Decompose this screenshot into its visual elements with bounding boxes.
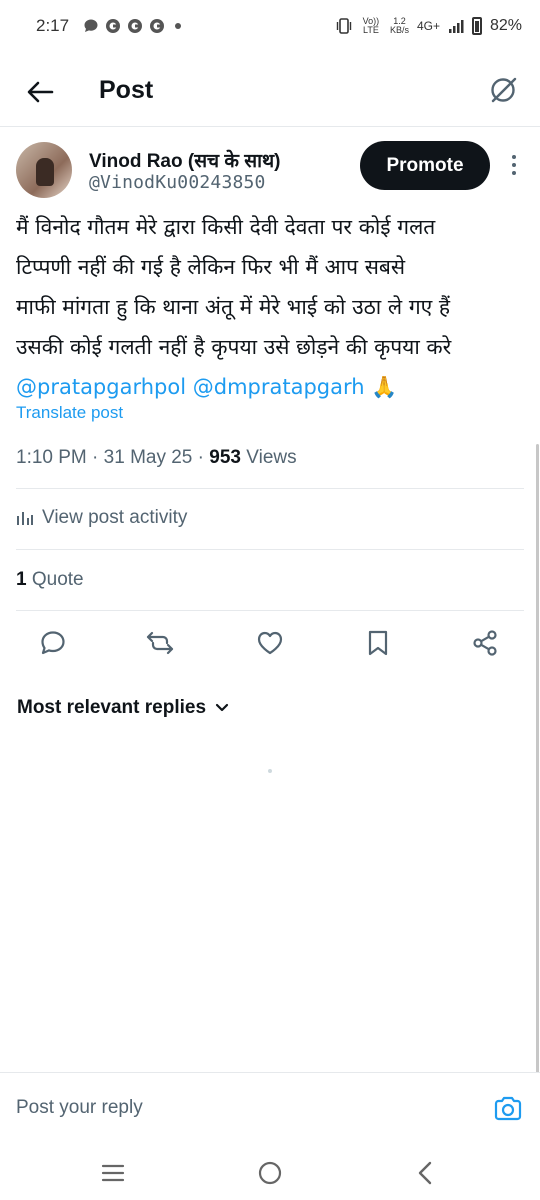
notification-icons (83, 18, 182, 34)
views-count: 953 (209, 447, 241, 468)
bookmark-button[interactable] (363, 628, 393, 658)
post-text-line: माफी मांगता हु कि थाना अंतू में मेरे भाई… (16, 295, 451, 319)
battery-percent: 82% (489, 17, 522, 34)
chevron-down-icon (215, 703, 229, 712)
system-back-button[interactable] (410, 1158, 440, 1188)
quote-label: Quote (31, 569, 84, 590)
scrollbar[interactable] (536, 444, 539, 1074)
view-post-activity-label: View post activity (42, 507, 188, 528)
replies-sort-label: Most relevant replies (17, 697, 207, 718)
author-name[interactable]: Vinod Rao (सच के साथ) (89, 147, 281, 173)
promote-button[interactable]: Promote (360, 141, 490, 190)
loading-indicator (268, 769, 272, 773)
bookmark-icon (368, 630, 388, 656)
post-text-line: मैं विनोद गौतम मेरे द्वारा किसी देवी देव… (16, 215, 436, 239)
mention-link[interactable]: @pratapgarhpol (16, 375, 186, 399)
home-button[interactable] (255, 1158, 285, 1188)
battery-icon (471, 17, 482, 35)
reply-button[interactable] (38, 628, 68, 658)
more-notifications-dot-icon (175, 23, 182, 29)
post-header-bar: Post (0, 58, 540, 124)
network-type: 4G+ (416, 19, 440, 33)
share-icon (473, 630, 497, 656)
post-text-line: उसकी कोई गलती नहीं है कृपया उसे छोड़ने क… (16, 335, 452, 359)
network-speed: 1.2 KB/s (390, 17, 409, 35)
repost-button[interactable] (145, 628, 175, 658)
post-meta: 1:10 PM · 31 May 25 · 953 Views (16, 447, 297, 468)
more-dot-icon (512, 163, 516, 167)
share-button[interactable] (470, 628, 500, 658)
network-speed-unit: KB/s (389, 25, 409, 35)
header-divider (0, 126, 540, 127)
volte-indicator: Vo)) LTE (362, 16, 380, 35)
author-handle[interactable]: @VinodKu00243850 (89, 172, 266, 193)
analytics-icon (17, 512, 33, 525)
folded-hands-emoji: 🙏 (371, 375, 398, 399)
like-icon (257, 631, 283, 655)
recents-button[interactable] (98, 1158, 128, 1188)
quote-count: 1 (16, 569, 27, 590)
app-notification-icon (106, 19, 121, 33)
back-button[interactable] (24, 76, 56, 108)
grok-button[interactable] (486, 73, 520, 107)
post-mentions-line: @pratapgarhpol @dmpratapgarh 🙏 (16, 367, 528, 407)
reply-icon (41, 631, 65, 655)
post-text-line: टिप्पणी नहीं की गई है लेकिन फिर भी मैं आ… (16, 255, 406, 279)
reply-composer (0, 1072, 540, 1144)
signal-icon (448, 20, 464, 33)
divider (16, 549, 524, 550)
camera-button[interactable] (492, 1093, 524, 1125)
status-time: 2:17 (36, 16, 70, 35)
view-post-activity-link[interactable]: View post activity (16, 507, 187, 529)
post-date: 31 May 25 (103, 447, 193, 468)
mention-link[interactable]: @dmpratapgarh (193, 375, 365, 399)
post-time: 1:10 PM (16, 447, 87, 468)
more-dot-icon (512, 155, 516, 159)
divider (16, 610, 524, 611)
chat-notification-icon (84, 19, 98, 32)
page-title: Post (99, 76, 154, 104)
app-notification-icon (150, 19, 165, 33)
repost-icon (146, 631, 174, 655)
home-icon (258, 1161, 282, 1185)
avatar-figure (36, 158, 54, 186)
grok-icon (491, 77, 517, 103)
translate-post-link[interactable]: Translate post (16, 403, 123, 423)
system-nav-bar (0, 1144, 540, 1200)
like-button[interactable] (255, 628, 285, 658)
reply-input[interactable] (16, 1097, 436, 1119)
camera-icon (494, 1096, 522, 1121)
views-label: Views (246, 447, 297, 468)
status-bar: 2:17 Vo)) LTE 1.2 KB/s 4G+ 82% (0, 0, 540, 52)
post-text: मैं विनोद गौतम मेरे द्वारा किसी देवी देव… (16, 207, 528, 407)
back-icon (418, 1161, 432, 1185)
arrow-left-icon (27, 81, 54, 103)
recents-icon (101, 1164, 125, 1182)
avatar[interactable] (16, 142, 72, 198)
more-dot-icon (512, 171, 516, 175)
app-notification-icon (128, 19, 143, 33)
status-indicators: Vo)) LTE 1.2 KB/s 4G+ 82% (336, 17, 522, 35)
quotes-link[interactable]: 1 Quote (16, 569, 84, 591)
divider (16, 488, 524, 489)
vibrate-icon (336, 18, 352, 34)
more-options-button[interactable] (504, 150, 524, 180)
replies-sort-dropdown[interactable]: Most relevant replies (17, 697, 230, 719)
